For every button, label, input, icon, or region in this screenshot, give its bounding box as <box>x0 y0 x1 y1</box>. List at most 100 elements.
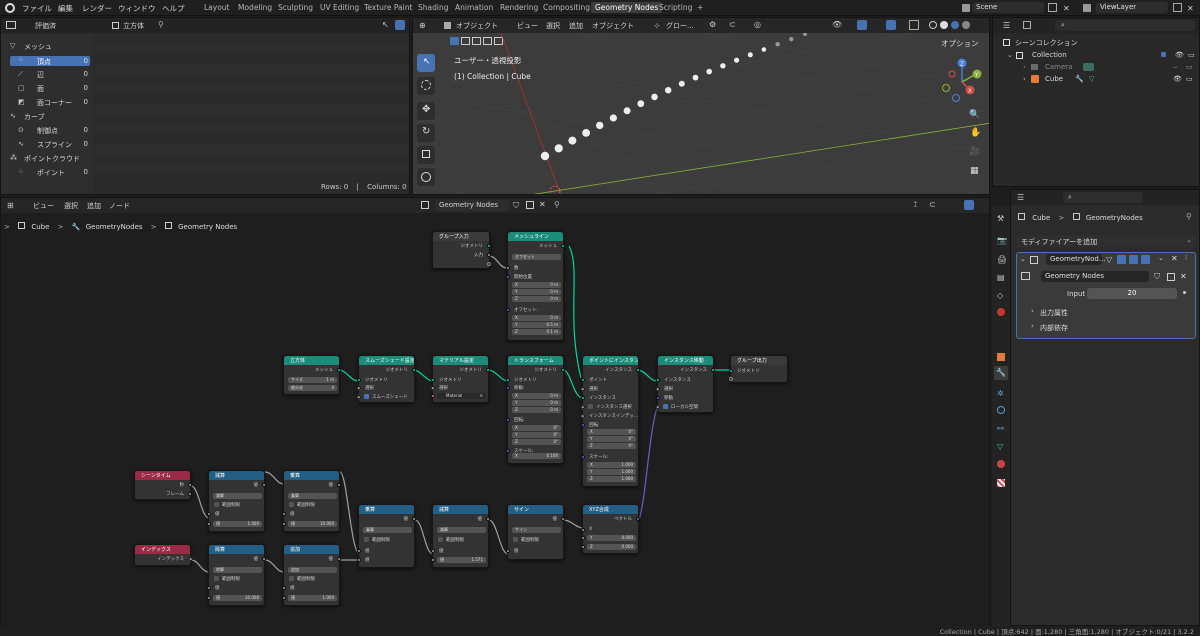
input-value-field[interactable]: 20 <box>1087 288 1177 299</box>
particles-tab-icon[interactable]: ✲ <box>997 389 1004 398</box>
tool-tab-icon[interactable]: ⚒ <box>997 214 1004 223</box>
viewport-display-icon[interactable] <box>1129 255 1138 264</box>
scale-tool[interactable] <box>417 146 435 164</box>
node-math-add[interactable]: 追加 値 追加 範囲制限 値 値 1.000 <box>282 544 341 606</box>
render-toggle-icon[interactable]: ▭ <box>1188 51 1195 59</box>
operation-dropdown[interactable]: 減算 <box>213 493 262 499</box>
shade-smooth-checkbox[interactable] <box>364 394 369 399</box>
node-math-subtract[interactable]: 減算 値 減算 範囲制限 値 値 1.000 <box>207 470 266 532</box>
hide-icon[interactable]: 👁 <box>1175 51 1184 59</box>
input-socket[interactable] <box>506 275 510 279</box>
outliner-search[interactable] <box>1055 20 1195 31</box>
snap-icon[interactable]: ⊂ <box>729 20 736 29</box>
value-field[interactable]: 値 1.000 <box>213 521 262 527</box>
input-socket[interactable] <box>431 549 435 553</box>
output-socket[interactable] <box>412 517 416 521</box>
output-socket[interactable] <box>337 483 341 487</box>
scale-z-field[interactable]: Z 1.000 <box>587 476 636 482</box>
mode-dropdown[interactable]: オフセット <box>512 254 561 260</box>
delete-scene-icon[interactable]: ✕ <box>1063 4 1070 13</box>
value-field[interactable]: 値 10.000 <box>213 595 262 601</box>
node-index[interactable]: インデックス インデックス <box>134 544 193 566</box>
view-layer-selector[interactable]: ViewLayer <box>1096 2 1168 13</box>
input-socket[interactable] <box>357 558 361 562</box>
input-socket[interactable] <box>729 369 733 373</box>
texture-tab-icon[interactable] <box>997 479 1005 487</box>
output-socket[interactable] <box>188 492 192 496</box>
input-socket[interactable] <box>581 396 585 400</box>
input-socket[interactable] <box>655 404 661 410</box>
node-math-divide[interactable]: 除算 値 除算 範囲制限 値 値 10.000 <box>207 544 266 606</box>
value-field[interactable]: 値 1.000 <box>288 595 337 601</box>
copy-scene-icon[interactable] <box>1048 3 1057 12</box>
start-x-field[interactable]: X0 m <box>512 282 561 288</box>
operation-dropdown[interactable]: 除算 <box>213 567 262 573</box>
output-attributes-section[interactable]: 出力属性 <box>1040 308 1068 318</box>
input-socket[interactable] <box>356 385 362 391</box>
subdivisions-field[interactable]: 細分化 4 <box>288 385 337 391</box>
node-mesh-line[interactable]: メッシュライン メッシュ オフセット 数 開始位置 X0 m Y0 m Z0 m… <box>506 231 565 341</box>
input-socket[interactable] <box>506 378 510 382</box>
node-math-subtract-2[interactable]: 減算 値 減算 範囲制限 値 値 1.571 <box>431 504 490 568</box>
input-socket[interactable] <box>506 549 510 553</box>
shading-material-icon[interactable] <box>951 21 959 29</box>
blender-logo-icon[interactable] <box>5 3 15 13</box>
value-field[interactable]: 値 10.000 <box>288 521 337 527</box>
expand-arrow-icon[interactable]: › <box>1031 307 1034 315</box>
input-socket[interactable] <box>431 378 435 382</box>
tab-uv-editing[interactable]: UV Editing <box>320 3 359 12</box>
xray-icon[interactable] <box>909 20 919 30</box>
object-tab-icon[interactable] <box>997 353 1005 361</box>
operation-dropdown[interactable]: 減算 <box>437 527 486 533</box>
node-tree-field[interactable]: Geometry Nodes <box>1041 271 1149 282</box>
node-transform[interactable]: トランスフォーム ジオメトリ ジオメトリ 移動: X0 m Y0 m Z0 m … <box>506 355 565 464</box>
delete-view-layer-icon[interactable]: ✕ <box>1187 4 1194 13</box>
node-set-smooth[interactable]: スムーズシェード設定 ジオメトリ ジオメトリ 選択 スムーズシェード <box>356 355 416 403</box>
input-socket[interactable] <box>431 558 435 562</box>
node-combine-xyz[interactable]: XYZ合成 ベクトル X Y 0.000 Z 0.000 <box>581 504 640 554</box>
tab-geometry-nodes[interactable]: Geometry Nodes <box>591 2 663 13</box>
output-socket[interactable] <box>412 368 416 372</box>
display-mode-icon[interactable] <box>1023 21 1031 29</box>
select-tool[interactable]: ↖ <box>417 54 435 72</box>
rotation-z-field[interactable]: Z 0° <box>512 439 561 445</box>
pick-instance-checkbox[interactable] <box>588 404 593 409</box>
clamp-checkbox[interactable] <box>214 502 219 507</box>
input-socket[interactable] <box>729 377 733 381</box>
input-socket[interactable] <box>207 522 211 526</box>
filter-icon[interactable] <box>395 20 405 30</box>
input-socket[interactable] <box>581 423 585 427</box>
editor-type-icon[interactable]: ☰ <box>1003 21 1010 30</box>
editor-type-icon[interactable]: ⊕ <box>419 21 426 30</box>
scene-selector[interactable]: Scene <box>972 2 1044 13</box>
output-socket[interactable] <box>337 557 341 561</box>
input-socket[interactable] <box>581 545 585 549</box>
tab-sculpting[interactable]: Sculpting <box>278 3 313 12</box>
clamp-checkbox[interactable] <box>289 502 294 507</box>
modifier-name-field[interactable]: GeometryNod... <box>1046 254 1106 265</box>
input-socket[interactable] <box>581 528 585 532</box>
view-layer-tab-icon[interactable]: ▤ <box>997 273 1005 282</box>
operation-dropdown[interactable]: 乗算 <box>363 527 412 533</box>
copy-view-layer-icon[interactable] <box>1173 3 1182 12</box>
overlay-toggle-icon[interactable] <box>886 20 896 30</box>
tab-scripting[interactable]: Scripting <box>659 3 692 12</box>
tab-layout[interactable]: Layout <box>204 3 230 12</box>
operation-dropdown[interactable]: 追加 <box>288 567 337 573</box>
menu-render[interactable]: レンダー <box>82 3 112 14</box>
world-tab-icon[interactable] <box>997 308 1005 316</box>
input-socket[interactable] <box>581 378 585 382</box>
offset-y-field[interactable]: Y 0.5 m <box>512 322 561 328</box>
output-socket[interactable] <box>188 483 192 487</box>
fake-user-icon[interactable]: ⛉ <box>1154 272 1160 282</box>
input-socket[interactable] <box>506 266 510 270</box>
shading-rendered-icon[interactable] <box>962 21 970 29</box>
combine-z-field[interactable]: Z 0.000 <box>587 544 636 550</box>
input-socket[interactable] <box>580 413 586 419</box>
input-socket[interactable] <box>207 586 211 590</box>
clamp-checkbox[interactable] <box>364 537 369 542</box>
offset-z-field[interactable]: Z 0.1 m <box>512 329 561 335</box>
internal-dependencies-section[interactable]: 内部依存 <box>1040 323 1068 333</box>
scale-x-field[interactable]: X 0.100 <box>512 453 561 459</box>
pan-icon[interactable]: ✋ <box>970 128 981 138</box>
